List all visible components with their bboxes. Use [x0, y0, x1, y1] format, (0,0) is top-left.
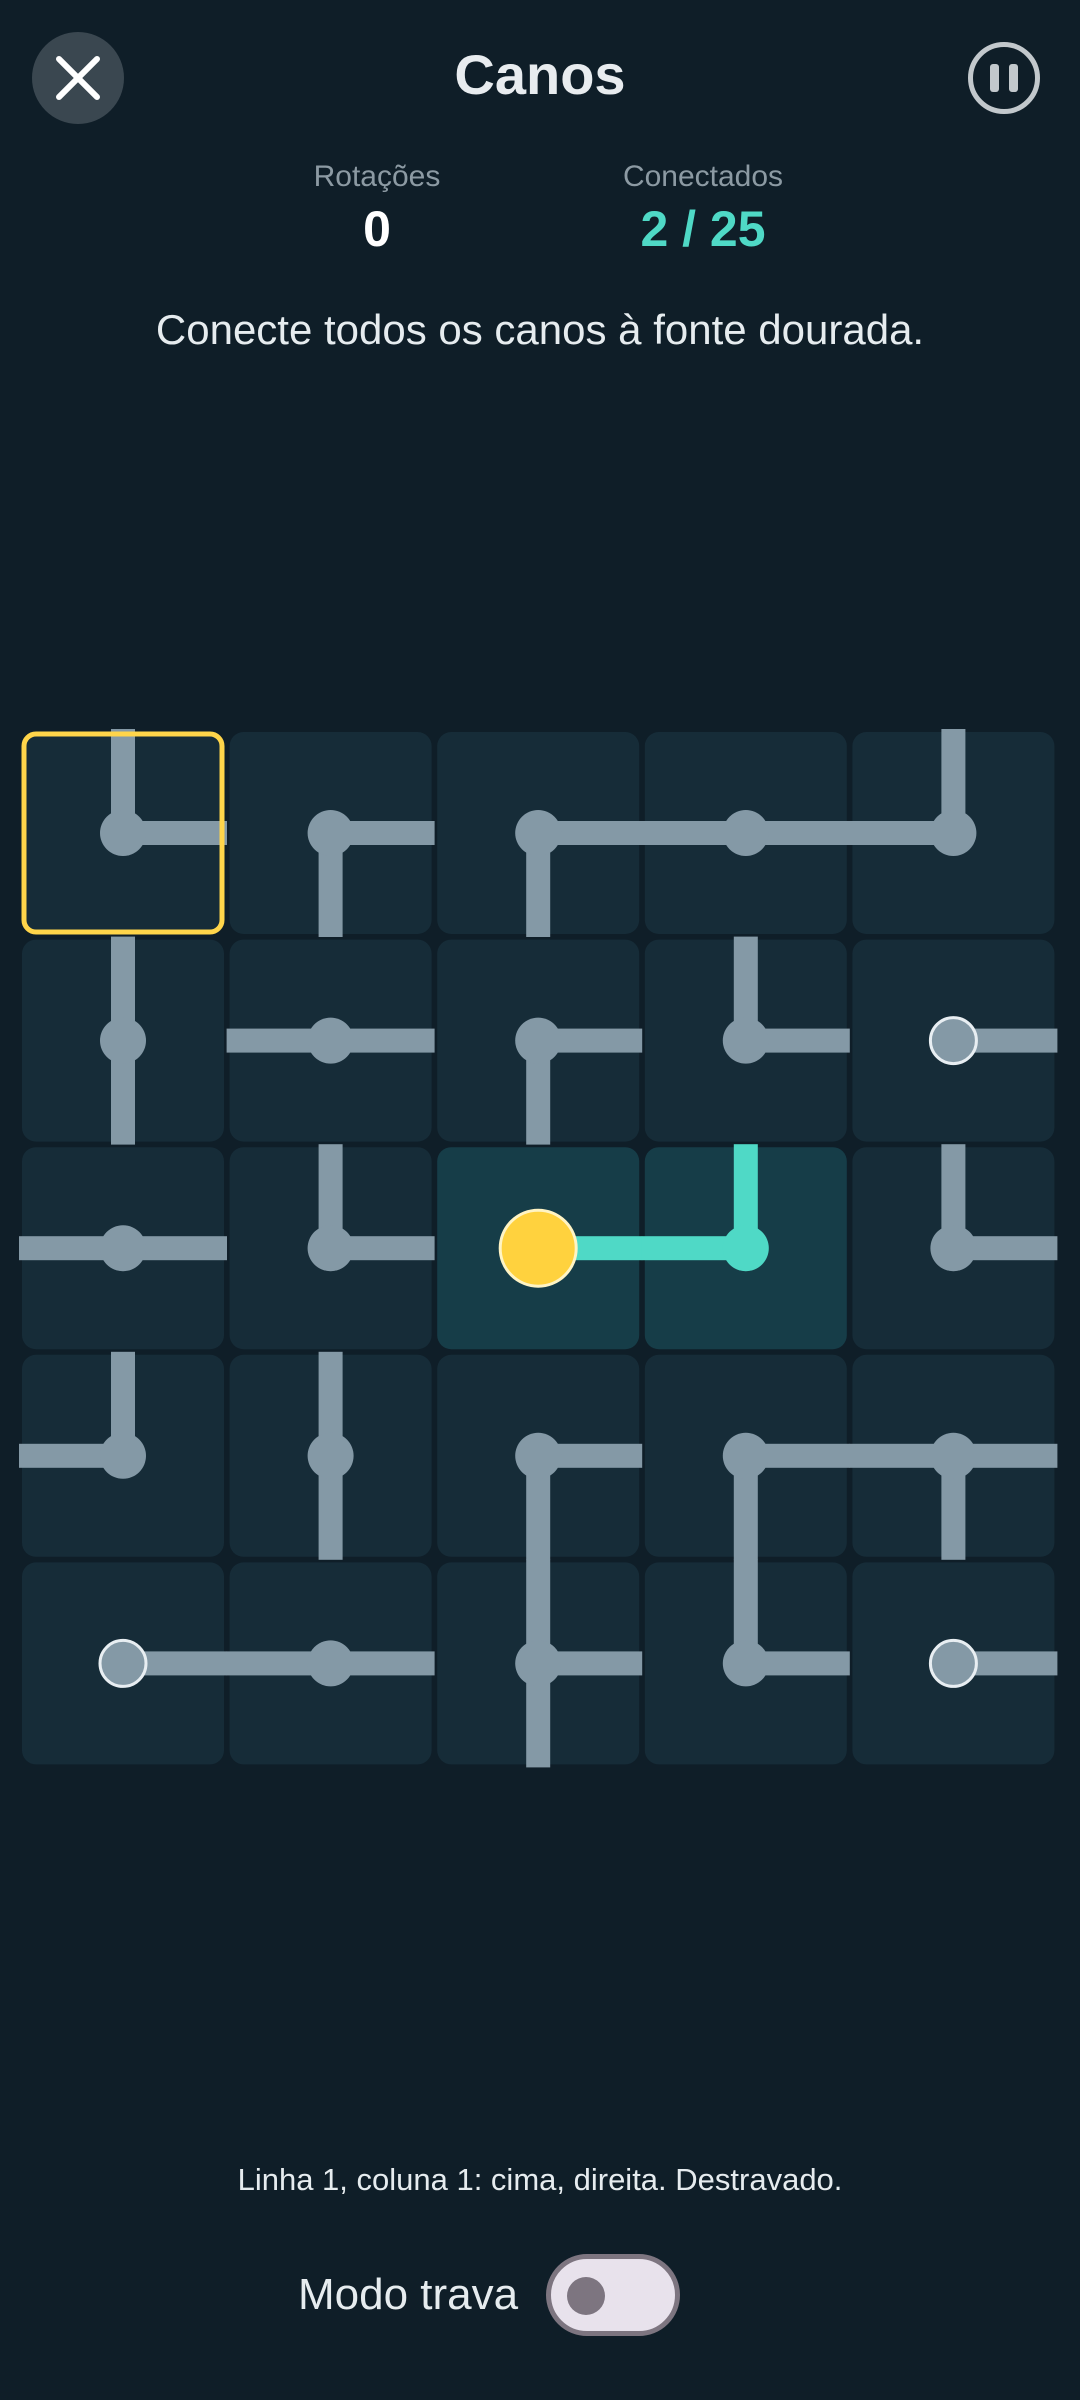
pipe-joint: [307, 1225, 354, 1272]
toggle-knob: [567, 2277, 605, 2315]
pipe-joint: [307, 1017, 354, 1064]
pipe-joint: [722, 1640, 769, 1687]
pipe-joint: [722, 1432, 769, 1479]
pipe-endpoint: [928, 1638, 978, 1688]
pipe-joint: [307, 1640, 354, 1687]
lock-mode-toggle[interactable]: [546, 2254, 680, 2336]
pipe-board: [19, 729, 1058, 1768]
source-icon: [498, 1208, 578, 1288]
pipe-joint: [100, 1225, 146, 1272]
pipe-joint: [515, 1017, 562, 1064]
status-announcement: Linha 1, coluna 1: cima, direita. Destra…: [237, 2162, 843, 2197]
pipe-joint: [100, 1017, 146, 1064]
pipe-joint: [722, 1017, 769, 1064]
pipe-joint: [930, 1432, 977, 1479]
lock-mode-label: Modo trava: [298, 2270, 519, 2319]
pipe-joint: [722, 810, 769, 856]
pipe-joint: [515, 810, 562, 856]
pipe-joint: [100, 810, 146, 856]
pipe-joint: [930, 810, 977, 856]
pipe-joint: [930, 1225, 977, 1272]
pipe-endpoint: [98, 1638, 148, 1688]
pipe-endpoint: [928, 1016, 978, 1066]
pipe-joint: [307, 1432, 354, 1479]
pipe-joint: [307, 810, 354, 856]
pipe-joint: [722, 1225, 769, 1272]
pipe-joint: [515, 1640, 562, 1687]
pipe-joint: [100, 1432, 146, 1479]
pipe-joint: [515, 1432, 562, 1479]
